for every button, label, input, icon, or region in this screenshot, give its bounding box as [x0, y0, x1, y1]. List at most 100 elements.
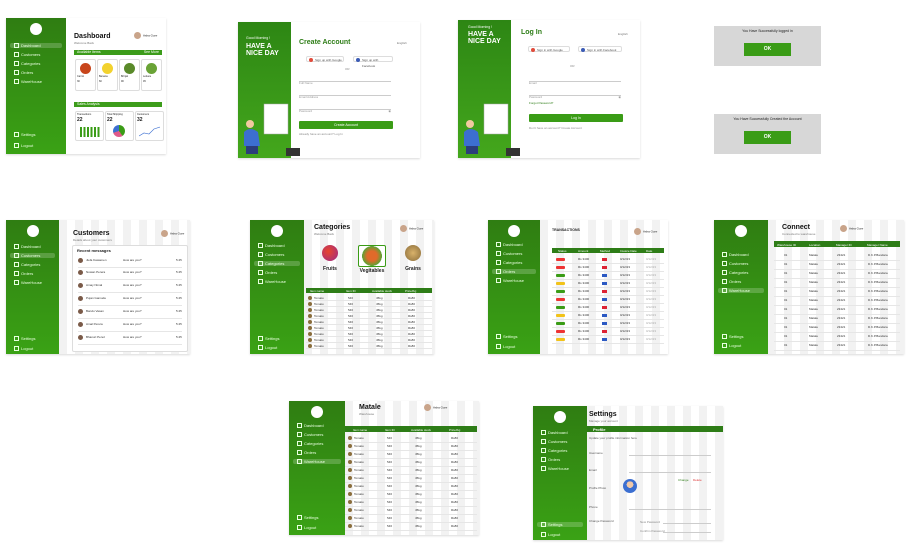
- nav-logout[interactable]: Logout: [297, 525, 316, 531]
- language-select[interactable]: English: [618, 32, 628, 36]
- nav-categories[interactable]: Categories: [14, 61, 40, 67]
- facebook-signin-button[interactable]: Sign in with Facebook: [578, 46, 622, 52]
- list-item[interactable]: Amal Perera How are you? 5:45: [78, 321, 182, 332]
- new-password-input[interactable]: [663, 523, 711, 524]
- eye-icon[interactable]: ◉: [388, 109, 391, 113]
- nav-dashboard[interactable]: Dashboard: [10, 43, 62, 49]
- table-row[interactable]: Tomato 546 45kg Rs80: [306, 343, 432, 349]
- table-row[interactable]: 01 Matale 23421 D.K.P.Bandara: [774, 324, 900, 333]
- nav-orders[interactable]: Orders: [297, 450, 316, 456]
- nav-settings[interactable]: Settings: [297, 515, 318, 521]
- nav-orders[interactable]: Orders: [258, 270, 277, 276]
- password-field[interactable]: Password ◉: [299, 109, 391, 113]
- table-row[interactable]: Rs 3400 0/12/23 0/12/23: [552, 320, 664, 328]
- list-item[interactable]: Pujan Gamude How are you? 5:45: [78, 295, 182, 306]
- nav-settings[interactable]: Settings: [258, 336, 279, 342]
- nav-customers[interactable]: Customers: [14, 52, 40, 58]
- eye-icon[interactable]: ◉: [618, 95, 621, 99]
- nav-categories[interactable]: Categories: [254, 261, 300, 267]
- table-row[interactable]: Rs 3400 0/12/23 0/12/23: [552, 296, 664, 304]
- table-row[interactable]: Tomato 546 45kg Rs80: [345, 483, 477, 491]
- table-row[interactable]: 01 Matale 23421 D.K.P.Bandara: [774, 270, 900, 279]
- login-link[interactable]: Already have an account? Log In: [299, 132, 343, 136]
- facebook-signup-button[interactable]: Sign up with Facebook: [353, 56, 393, 68]
- table-row[interactable]: Rs 3400 0/12/23 0/12/23: [552, 280, 664, 288]
- table-row[interactable]: Tomato 546 45kg Rs80: [345, 443, 477, 451]
- nav-settings[interactable]: Settings: [722, 334, 743, 340]
- confirm-password-input[interactable]: [663, 532, 711, 533]
- google-signin-button[interactable]: Sign in with Google: [528, 46, 570, 52]
- password-field[interactable]: Password ◉: [529, 95, 621, 99]
- nav-warehouse[interactable]: WareHouse: [258, 279, 286, 285]
- nav-customers[interactable]: Customers: [496, 251, 522, 257]
- table-row[interactable]: 01 Matale 23421 D.K.P.Bandara: [774, 288, 900, 297]
- table-row[interactable]: Rs 3400 0/12/23 0/12/23: [552, 328, 664, 336]
- category-grains[interactable]: Grains: [400, 245, 426, 279]
- user-profile[interactable]: Asha Gore: [134, 32, 157, 39]
- table-row[interactable]: Tomato 546 45kg Rs80: [345, 435, 477, 443]
- nav-logout[interactable]: Logout: [541, 532, 560, 538]
- table-row[interactable]: 01 Matale 23421 D.K.P.Bandara: [774, 261, 900, 270]
- nav-dashboard[interactable]: Dashboard: [14, 244, 41, 250]
- list-item[interactable]: Amay Nimal How are you? 5:45: [78, 282, 182, 293]
- change-photo-button[interactable]: Change: [678, 478, 689, 482]
- nav-settings[interactable]: Settings: [496, 334, 517, 340]
- table-row[interactable]: Tomato 546 45kg Rs80: [345, 491, 477, 499]
- nav-orders[interactable]: Orders: [541, 457, 560, 463]
- nav-orders[interactable]: Orders: [14, 271, 33, 277]
- table-row[interactable]: 01 Matale 23421 D.K.P.Bandara: [774, 279, 900, 288]
- nav-logout[interactable]: Logout: [258, 345, 277, 351]
- nav-dashboard[interactable]: Dashboard: [496, 242, 523, 248]
- table-row[interactable]: Tomato 546 45kg Rs80: [345, 499, 477, 507]
- table-row[interactable]: Tomato 546 45kg Rs80: [345, 523, 477, 531]
- email-field[interactable]: Email Address: [299, 95, 391, 99]
- user-profile[interactable]: Asha Gore: [424, 404, 447, 411]
- see-more-link[interactable]: See More: [144, 50, 159, 55]
- item-card-brinjal[interactable]: Brinjal 90: [119, 59, 140, 91]
- table-row[interactable]: Rs 3400 0/12/23 0/12/23: [552, 304, 664, 312]
- nav-categories[interactable]: Categories: [297, 441, 323, 447]
- nav-dashboard[interactable]: Dashboard: [722, 252, 749, 258]
- list-item[interactable]: Nuwan Perera How are you? 5:45: [78, 269, 182, 280]
- nav-warehouse[interactable]: WareHouse: [293, 459, 341, 465]
- nav-warehouse[interactable]: WareHouse: [718, 288, 764, 294]
- table-row[interactable]: 01 Matale 23421 D.K.P.Bandara: [774, 342, 900, 351]
- nav-settings[interactable]: Settings: [14, 336, 35, 342]
- ok-button[interactable]: OK: [744, 43, 791, 56]
- table-row[interactable]: Tomato 546 45kg Rs80: [345, 475, 477, 483]
- nav-warehouse[interactable]: WareHouse: [496, 278, 524, 284]
- table-row[interactable]: 01 Matale 23421 D.K.P.Bandara: [774, 306, 900, 315]
- email-field[interactable]: Email: [529, 81, 621, 85]
- nav-categories[interactable]: Categories: [14, 262, 40, 268]
- nav-customers[interactable]: Customers: [722, 261, 748, 267]
- table-row[interactable]: Rs 3400 0/12/23 0/12/23: [552, 312, 664, 320]
- user-profile[interactable]: Asha Gore: [634, 228, 657, 235]
- list-item[interactable]: Bandu Vasan How are you? 5:45: [78, 308, 182, 319]
- table-row[interactable]: Rs 3400 0/12/23 0/12/23: [552, 272, 664, 280]
- table-row[interactable]: Tomato 546 45kg Rs80: [345, 451, 477, 459]
- create-account-button[interactable]: Create Account: [299, 121, 393, 129]
- item-card-carrot[interactable]: Carrot 30: [75, 59, 96, 91]
- nav-orders[interactable]: Orders: [722, 279, 741, 285]
- nav-warehouse[interactable]: WareHouse: [541, 466, 569, 472]
- table-row[interactable]: 01 Matale 23421 D.K.P.Bandara: [774, 297, 900, 306]
- email-input[interactable]: [629, 472, 711, 473]
- ok-button[interactable]: OK: [744, 131, 791, 144]
- nav-customers[interactable]: Customers: [297, 432, 323, 438]
- login-button[interactable]: Log In: [529, 114, 623, 122]
- nav-orders[interactable]: Orders: [492, 269, 536, 275]
- table-row[interactable]: Rs 3400 0/12/23 0/12/23: [552, 288, 664, 296]
- nav-customers[interactable]: Customers: [10, 253, 55, 259]
- table-row[interactable]: 01 Matale 23421 D.K.P.Bandara: [774, 315, 900, 324]
- nav-logout[interactable]: Logout: [14, 143, 33, 149]
- table-row[interactable]: Tomato 546 45kg Rs80: [345, 459, 477, 467]
- nav-customers[interactable]: Customers: [258, 252, 284, 258]
- table-row[interactable]: Rs 3400 0/12/23 0/12/23: [552, 256, 664, 264]
- table-row[interactable]: Tomato 546 45kg Rs80: [345, 507, 477, 515]
- category-vegitables[interactable]: Vegitables: [356, 245, 388, 279]
- table-row[interactable]: Tomato 546 45kg Rs80: [345, 467, 477, 475]
- delete-photo-button[interactable]: Delete: [693, 478, 702, 482]
- google-signup-button[interactable]: Sign up with Google: [306, 56, 344, 62]
- language-select[interactable]: English: [397, 41, 407, 45]
- user-profile[interactable]: Asha Gore: [161, 230, 184, 237]
